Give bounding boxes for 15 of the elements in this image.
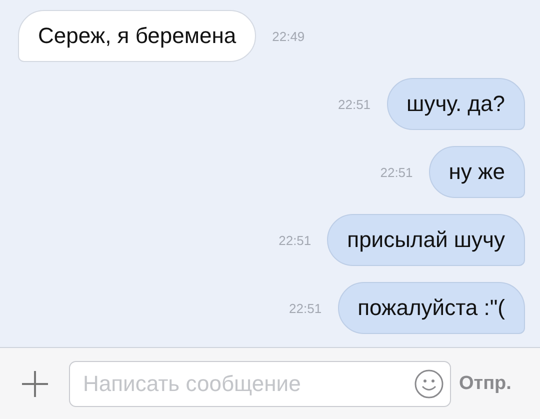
message-bubble: Сереж, я беремена: [18, 10, 256, 62]
send-button[interactable]: Отпр.: [459, 372, 512, 394]
message-time: 22:51: [278, 232, 312, 248]
add-icon[interactable]: [21, 370, 49, 398]
message-bubble: ну же: [428, 146, 525, 198]
message-time: 22:51: [380, 164, 413, 180]
message-time: 22:49: [272, 28, 305, 44]
message-time: 22:51: [338, 96, 371, 112]
message-time: 22:51: [289, 300, 322, 316]
message-field[interactable]: Написать сообщение: [69, 360, 451, 406]
message-bubble: пожалуйста :"(: [338, 282, 525, 334]
message-bubble: присылай шучу: [327, 214, 525, 266]
message-bubble: шучу. да?: [386, 78, 525, 130]
message-input[interactable]: Написать сообщение: [83, 370, 414, 396]
smiley-icon[interactable]: [414, 368, 444, 398]
